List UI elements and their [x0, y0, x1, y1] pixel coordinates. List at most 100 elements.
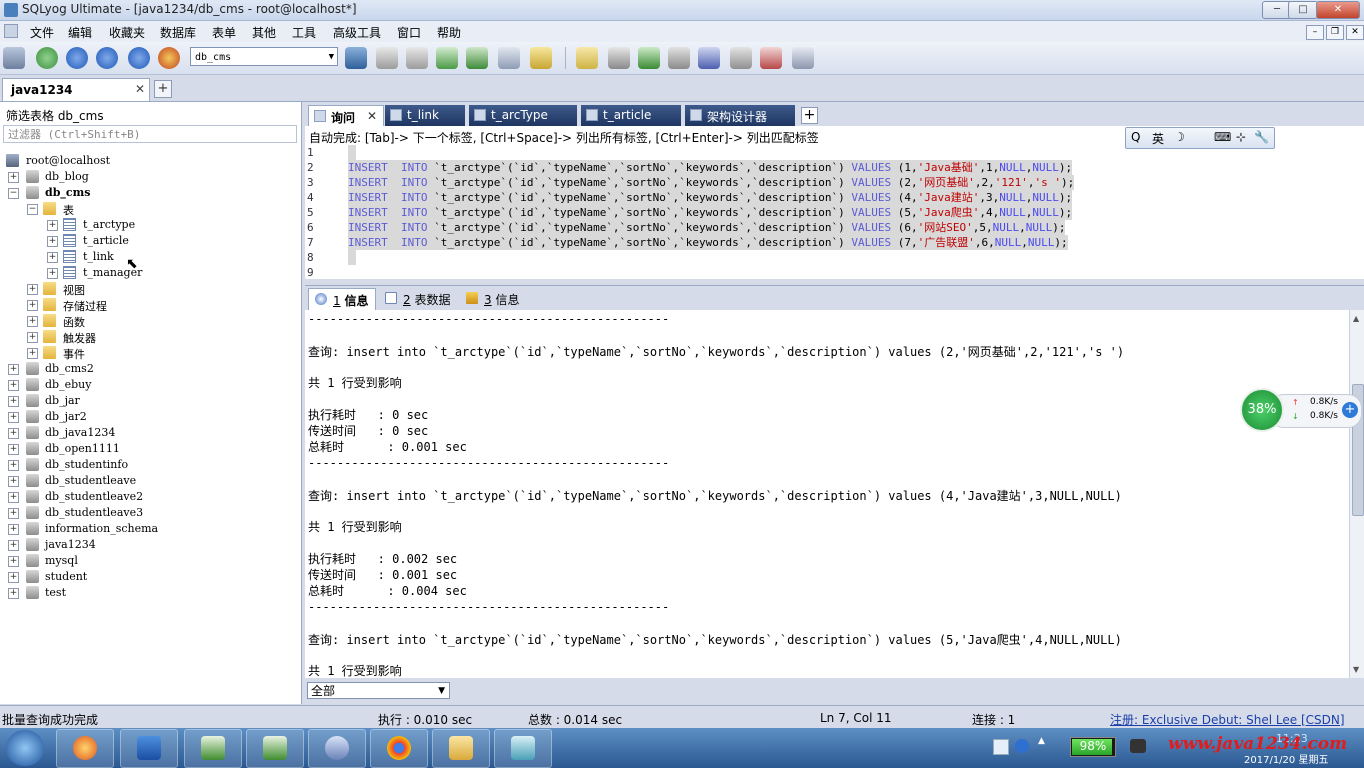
- mdi-close-button[interactable]: ✕: [1346, 25, 1364, 40]
- tab-result-info-1[interactable]: 1 信息: [308, 288, 376, 310]
- scheduler-icon[interactable]: [698, 47, 720, 69]
- menu-help[interactable]: 帮助: [437, 24, 461, 41]
- mdi-restore-button[interactable]: ❐: [1326, 25, 1344, 40]
- expand-icon[interactable]: +: [8, 428, 19, 439]
- expand-icon[interactable]: +: [47, 220, 58, 231]
- maximize-button[interactable]: □: [1288, 1, 1318, 19]
- ime-logo-icon[interactable]: Q: [1131, 130, 1140, 144]
- expand-icon[interactable]: +: [8, 540, 19, 551]
- refresh-icon[interactable]: [36, 47, 58, 69]
- compare-icon[interactable]: [638, 47, 660, 69]
- expand-icon[interactable]: +: [47, 252, 58, 263]
- tab-schema-designer[interactable]: 架构设计器: [685, 105, 795, 126]
- collapse-icon[interactable]: −: [8, 188, 19, 199]
- taskbar-app-chrome[interactable]: [370, 729, 428, 768]
- expand-icon[interactable]: +: [8, 396, 19, 407]
- menu-tools[interactable]: 工具: [292, 24, 316, 41]
- menu-favorites[interactable]: 收藏夹: [109, 24, 145, 41]
- scroll-down-icon[interactable]: ▼: [1353, 665, 1359, 674]
- plus-icon[interactable]: +: [1342, 402, 1358, 418]
- taskbar-app-editor[interactable]: [494, 729, 552, 768]
- start-button[interactable]: [6, 730, 44, 766]
- tab-t-link[interactable]: t_link: [385, 105, 465, 126]
- menu-window[interactable]: 窗口: [397, 24, 421, 41]
- tray-help-icon[interactable]: [1015, 739, 1029, 753]
- expand-icon[interactable]: +: [8, 412, 19, 423]
- expand-icon[interactable]: +: [8, 364, 19, 375]
- schema-designer-icon[interactable]: [530, 47, 552, 69]
- taskbar-app-word[interactable]: [120, 729, 178, 768]
- battery-indicator[interactable]: 98%: [1070, 737, 1116, 757]
- expand-icon[interactable]: +: [47, 236, 58, 247]
- results-scrollbar[interactable]: ▲ ▼: [1349, 310, 1364, 678]
- new-connection-icon[interactable]: [3, 47, 25, 69]
- ime-language-toggle[interactable]: 英: [1152, 130, 1164, 147]
- expand-icon[interactable]: +: [27, 300, 38, 311]
- mdi-minimize-button[interactable]: –: [1306, 25, 1324, 40]
- taskbar-app-camtasia[interactable]: [184, 729, 242, 768]
- expand-icon[interactable]: +: [8, 460, 19, 471]
- table-data-icon[interactable]: [498, 47, 520, 69]
- tab-query[interactable]: 询问 ✕: [308, 105, 384, 127]
- query-builder-icon[interactable]: [576, 47, 598, 69]
- expand-icon[interactable]: +: [27, 284, 38, 295]
- query-editor[interactable]: 自动完成: [Tab]-> 下一个标签, [Ctrl+Space]-> 列出所有…: [305, 126, 1364, 279]
- expand-icon[interactable]: +: [8, 492, 19, 503]
- notification-icon[interactable]: [730, 47, 752, 69]
- clock-date[interactable]: 2017/1/20 星期五: [1244, 751, 1328, 766]
- menu-other[interactable]: 其他: [252, 24, 276, 41]
- taskbar-app-camtasia-2[interactable]: [246, 729, 304, 768]
- export-icon[interactable]: [466, 47, 488, 69]
- tab-result-info-3[interactable]: 3 信息: [460, 288, 526, 309]
- import-icon[interactable]: [668, 47, 690, 69]
- power-plug-icon[interactable]: [1130, 739, 1146, 753]
- registration-link[interactable]: 注册: Exclusive Debut: Shel Lee [CSDN]: [1110, 711, 1345, 728]
- ime-settings-icon[interactable]: 🔧: [1254, 130, 1269, 144]
- taskbar-app-chat[interactable]: [56, 729, 114, 768]
- add-connection-button[interactable]: +: [154, 80, 172, 98]
- network-speed-widget[interactable]: 38% ↑ ↓ 0.8K/s 0.8K/s +: [1240, 388, 1362, 432]
- expand-icon[interactable]: +: [8, 572, 19, 583]
- stop-icon[interactable]: [158, 47, 180, 69]
- taskbar-app-sqlyog[interactable]: [308, 729, 366, 768]
- expand-icon[interactable]: +: [8, 476, 19, 487]
- expand-icon[interactable]: +: [8, 588, 19, 599]
- document-icon[interactable]: [4, 24, 18, 38]
- create-table-icon[interactable]: [406, 47, 428, 69]
- execute-edit-icon[interactable]: [128, 47, 150, 69]
- menu-file[interactable]: 文件: [30, 24, 54, 41]
- speed-percent[interactable]: 38%: [1240, 388, 1284, 432]
- tray-monitor-icon[interactable]: [993, 739, 1009, 755]
- tab-t-arctype[interactable]: t_arcType: [469, 105, 577, 126]
- tab-result-table-data[interactable]: 2 表数据: [379, 288, 455, 309]
- menu-database[interactable]: 数据库: [160, 24, 196, 41]
- expand-icon[interactable]: +: [27, 332, 38, 343]
- ime-moon-icon[interactable]: ☽: [1174, 130, 1185, 144]
- create-database-icon[interactable]: [376, 47, 398, 69]
- ime-keyboard-icon[interactable]: ⌨: [1214, 130, 1231, 144]
- expand-icon[interactable]: +: [27, 348, 38, 359]
- expand-icon[interactable]: +: [8, 380, 19, 391]
- dashboard-icon[interactable]: [760, 47, 782, 69]
- execute-query-icon[interactable]: [66, 47, 88, 69]
- expand-icon[interactable]: +: [8, 444, 19, 455]
- connection-tab[interactable]: java1234 ✕: [2, 78, 150, 101]
- taskbar-app-explorer[interactable]: [432, 729, 490, 768]
- options-icon[interactable]: [792, 47, 814, 69]
- menu-table[interactable]: 表单: [212, 24, 236, 41]
- menu-advanced-tools[interactable]: 高级工具: [333, 24, 381, 41]
- close-icon[interactable]: ✕: [135, 82, 145, 96]
- expand-icon[interactable]: +: [8, 556, 19, 567]
- result-filter-select[interactable]: 全部 ▼: [307, 682, 450, 699]
- scroll-up-icon[interactable]: ▲: [1353, 314, 1359, 323]
- add-tab-button[interactable]: +: [801, 107, 818, 124]
- collapse-icon[interactable]: −: [27, 204, 38, 215]
- sync-icon[interactable]: [608, 47, 630, 69]
- close-button[interactable]: ✕: [1316, 1, 1360, 19]
- expand-icon[interactable]: +: [8, 172, 19, 183]
- tray-expand-icon[interactable]: ▲: [1038, 736, 1045, 756]
- ime-toolbar[interactable]: Q 英 ☽ ⌨ ⊹ 🔧: [1125, 127, 1275, 149]
- database-select[interactable]: db_cms ▼: [190, 47, 338, 66]
- results-panel[interactable]: ----------------------------------------…: [305, 310, 1349, 678]
- backup-icon[interactable]: [436, 47, 458, 69]
